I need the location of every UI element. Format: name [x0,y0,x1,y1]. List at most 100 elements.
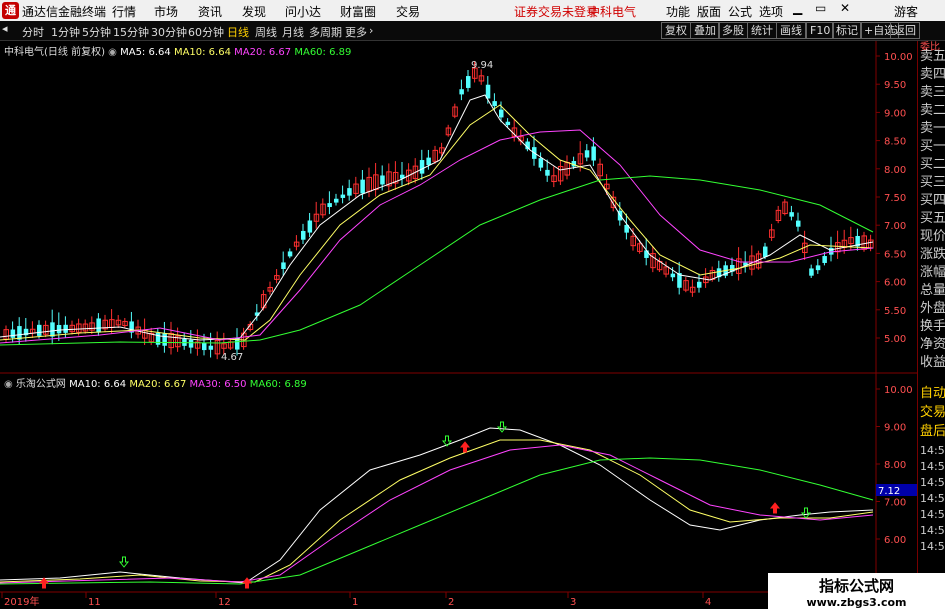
candle-body-down [545,169,550,176]
quote-field-label: 现价 [920,229,945,244]
candle-body-down [10,329,16,338]
sell-signal-icon [118,556,130,568]
menu-item-news[interactable]: 资讯 [198,3,222,20]
sub-settings-icon[interactable]: ◉ [4,379,13,390]
menu-item-options[interactable]: 选项 [759,3,783,20]
candle-body-down [815,265,821,271]
quote-panel: 委比 卖五 卖四 卖三 卖二 卖一 买一 买二 买三 买四 买五 现价 涨跌 涨幅 总量 外盘 换手 净资 收益自… [917,41,945,592]
candle-body-down [327,203,332,208]
tick-time: 14:56 [920,540,945,553]
tab-period-weekly[interactable]: 周线 [255,24,277,40]
menu-item-formula[interactable]: 公式 [728,3,752,20]
tab-period-1min[interactable]: 1分钟 [51,24,80,40]
menu-item-quotes[interactable]: 行情 [112,3,136,20]
tab-period-monthly[interactable]: 月线 [282,24,304,40]
statistics-button[interactable]: 统计 [747,22,777,39]
x-tick-label: 2019年 [4,595,39,608]
candle-body-down [763,246,768,257]
quote-field-label: 买三 [920,175,945,190]
main-y-tick-label: 10.00 [884,52,913,63]
sub-y-tick-label: 9.00 [884,423,906,434]
menu-item-ask[interactable]: 问小达 [285,3,321,20]
menu-item-market[interactable]: 市场 [154,3,178,20]
close-icon[interactable]: ✕ [840,1,850,15]
price-tag: 7.12 [878,486,900,497]
sub-legend: ◉ 乐淘公式网 MA10: 6.64 MA20: 6.67 MA30: 6.50… [4,375,307,390]
menu-item-layout[interactable]: 版面 [697,3,721,20]
login-notice[interactable]: 证券交易未登录 [514,3,598,20]
quote-field-label: 卖一 [920,121,945,136]
ma5-label: MA5: 6.64 [120,47,171,58]
quote-field-label: 买一 [920,139,945,154]
low-price-label: 4.67 [221,352,243,363]
candle-body-down [670,273,676,278]
tab-period-60min[interactable]: 60分钟 [188,24,224,40]
return-button[interactable]: 返回 [890,22,920,39]
f10-button[interactable]: F10 [806,22,835,39]
sub-y-tick-label: 10.00 [884,385,913,396]
tab-period-more[interactable]: 更多 [345,24,367,40]
overlay-button[interactable]: 叠加 [690,22,720,39]
tab-period-5min[interactable]: 5分钟 [82,24,111,40]
settings-circle-icon[interactable]: ◉ [108,47,117,58]
main-y-tick-label: 7.00 [884,221,906,232]
date-axis: 2019年 11 12 1 2 3 4 [1,592,711,608]
candle-body-down [591,146,596,161]
candle-body-down [281,262,286,269]
quote-field-label: 外盘 [920,301,945,316]
menu-bar: 通 通达信金融终端 行情 市场 资讯 发现 问小达 财富圈 交易 证券交易未登录… [0,0,945,21]
menu-item-trade[interactable]: 交易 [396,3,420,20]
tab-period-30min[interactable]: 30分钟 [151,24,187,40]
sub-y-tick-label: 6.00 [884,535,906,546]
adjust-button[interactable]: 复权 [661,22,691,39]
menu-item-wealth[interactable]: 财富圈 [340,3,376,20]
menu-item-function[interactable]: 功能 [666,3,690,20]
candle-body-down [340,194,346,198]
main-y-tick-label: 7.50 [884,193,906,204]
tick-time: 14:56 [920,524,945,537]
main-y-tick-label: 9.00 [884,108,906,119]
candle-body-down [37,324,42,336]
mark-button[interactable]: 标记 [832,22,862,39]
candle-body-down [208,345,214,350]
candle-body-down [789,212,794,217]
restore-icon[interactable]: ▭ [815,1,826,15]
sell-signal-icon [800,507,812,519]
chart-labels: 9.94 4.67 [221,60,493,363]
kline-chart[interactable]: 10.00 9.50 9.00 8.50 8.00 7.50 7.00 6.50 6.00 5.5… [0,41,945,609]
signal-arrows [38,421,812,589]
minimize-icon[interactable]: ▁ [793,1,802,15]
toolbar-back-icon[interactable]: ◂ [2,22,8,35]
candle-body-down [301,230,306,240]
sub-ma60-label: MA60: 6.89 [249,379,307,390]
chevron-right-icon[interactable]: › [369,24,373,37]
trade-mode-label[interactable]: 交易 [920,405,945,421]
tick-time: 14:56 [920,508,945,521]
trade-mode-label[interactable]: 盘后 [920,424,945,440]
sub-chart-title: 乐淘公式网 [15,379,66,390]
tab-period-daily[interactable]: 日线 [227,24,249,40]
draw-line-button[interactable]: 画线 [776,22,806,39]
app-logo: 通 [2,2,19,19]
main-y-axis: 10.00 9.50 9.00 8.50 8.00 7.50 7.00 6.50 6.00 5.5… [876,52,913,345]
tab-period-multi[interactable]: 多周期 [309,24,342,40]
multi-stock-button[interactable]: 多股 [718,22,748,39]
main-y-tick-label: 9.50 [884,80,906,91]
tick-time: 14:56 [920,492,945,505]
candle-body-down [287,251,293,257]
candle-body-down [202,342,207,351]
trade-mode-label[interactable]: 自动 [920,386,945,402]
buy-signal-icon [38,577,50,589]
menu-item-discover[interactable]: 发现 [242,3,266,20]
main-y-tick-label: 5.00 [884,334,906,345]
quote-field-label: 卖二 [920,103,945,118]
sub-ma20-label: MA20: 6.67 [129,379,187,390]
quote-field-label: 涨跌 [920,247,945,262]
tab-period-timeshare[interactable]: 分时 [22,24,44,40]
ma5-line [0,94,874,341]
guest-label[interactable]: 游客 [894,3,918,20]
candle-body-down [380,175,385,185]
tab-period-15min[interactable]: 15分钟 [113,24,149,40]
watermark-title: 指标公式网 [818,577,894,595]
ma20-label: MA20: 6.67 [234,47,292,58]
